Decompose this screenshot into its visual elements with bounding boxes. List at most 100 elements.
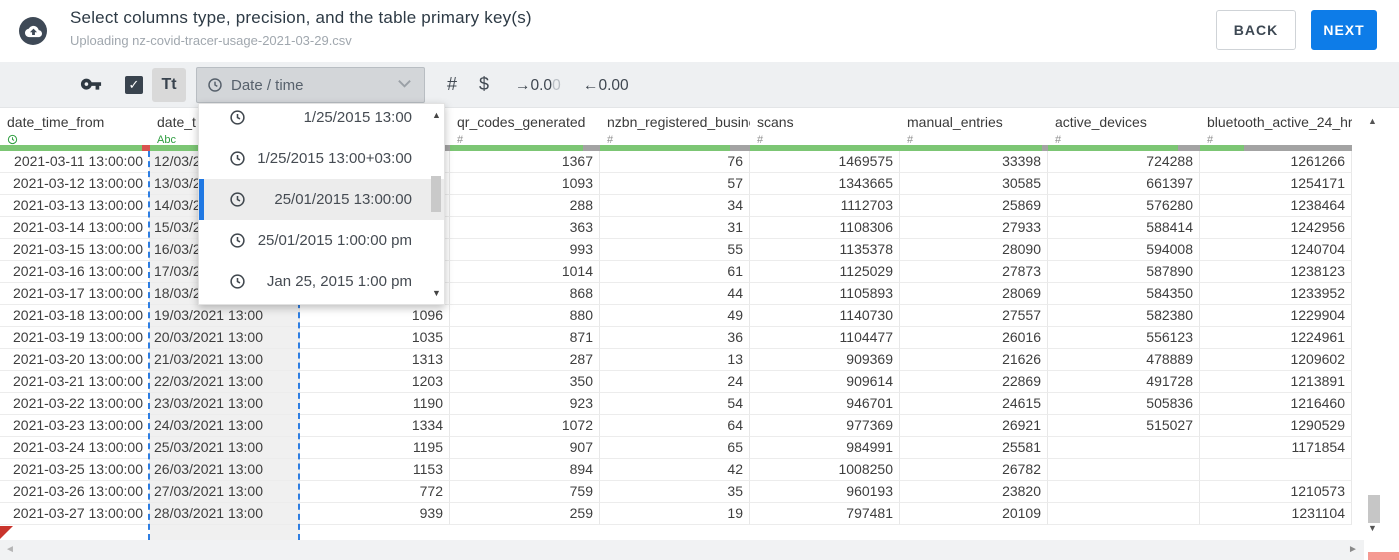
table-cell[interactable]: 27/03/2021 13:00 <box>150 481 300 503</box>
table-cell[interactable]: 1072 <box>450 415 600 437</box>
table-cell[interactable]: 26782 <box>900 459 1048 481</box>
table-cell[interactable]: 31 <box>600 217 750 239</box>
table-cell[interactable]: 54 <box>600 393 750 415</box>
table-cell[interactable]: 287 <box>450 349 600 371</box>
table-cell[interactable]: 946701 <box>750 393 900 415</box>
column-header[interactable]: scans # <box>750 108 900 145</box>
table-cell[interactable]: 993 <box>450 239 600 261</box>
table-cell[interactable]: 25/03/2021 13:00 <box>150 437 300 459</box>
table-cell[interactable]: 28/03/2021 13:00 <box>150 503 300 525</box>
table-cell[interactable]: 2021-03-15 13:00:00 <box>0 239 150 261</box>
table-cell[interactable]: 1203 <box>300 371 450 393</box>
table-cell[interactable]: 27873 <box>900 261 1048 283</box>
dropdown-option[interactable]: 25/01/2015 1:00:00 pm <box>199 220 444 261</box>
table-cell[interactable]: 2021-03-23 13:00:00 <box>0 415 150 437</box>
table-cell[interactable]: 2021-03-16 13:00:00 <box>0 261 150 283</box>
table-cell[interactable]: 19/03/2021 13:00 <box>150 305 300 327</box>
table-cell[interactable]: 2021-03-17 13:00:00 <box>0 283 150 305</box>
table-cell[interactable]: 1290529 <box>1200 415 1352 437</box>
table-cell[interactable] <box>1048 503 1200 525</box>
scroll-up-icon[interactable]: ▲ <box>1368 116 1377 126</box>
table-cell[interactable]: 576280 <box>1048 195 1200 217</box>
table-cell[interactable]: 2021-03-19 13:00:00 <box>0 327 150 349</box>
table-cell[interactable]: 1171854 <box>1200 437 1352 459</box>
table-cell[interactable]: 1238123 <box>1200 261 1352 283</box>
text-type-button[interactable]: Tt <box>152 68 186 102</box>
table-cell[interactable]: 259 <box>450 503 600 525</box>
scroll-down-icon[interactable]: ▼ <box>432 288 441 298</box>
table-cell[interactable]: 2021-03-20 13:00:00 <box>0 349 150 371</box>
table-cell[interactable]: 1216460 <box>1200 393 1352 415</box>
table-cell[interactable]: 2021-03-11 13:00:00 <box>0 151 150 173</box>
table-cell[interactable]: 1334 <box>300 415 450 437</box>
table-cell[interactable]: 24/03/2021 13:00 <box>150 415 300 437</box>
dropdown-option[interactable]: 1/25/2015 13:00 <box>199 104 444 138</box>
table-cell[interactable]: 923 <box>450 393 600 415</box>
table-cell[interactable]: 939 <box>300 503 450 525</box>
table-cell[interactable]: 49 <box>600 305 750 327</box>
table-cell[interactable]: 759 <box>450 481 600 503</box>
table-cell[interactable]: 588414 <box>1048 217 1200 239</box>
table-cell[interactable]: 13 <box>600 349 750 371</box>
table-cell[interactable]: 909369 <box>750 349 900 371</box>
table-cell[interactable]: 25869 <box>900 195 1048 217</box>
currency-type-button[interactable]: $ <box>479 74 489 95</box>
table-cell[interactable]: 1104477 <box>750 327 900 349</box>
table-cell[interactable]: 880 <box>450 305 600 327</box>
table-cell[interactable]: 26016 <box>900 327 1048 349</box>
table-cell[interactable]: 772 <box>300 481 450 503</box>
table-cell[interactable]: 25581 <box>900 437 1048 459</box>
table-cell[interactable]: 1008250 <box>750 459 900 481</box>
table-cell[interactable]: 1195 <box>300 437 450 459</box>
table-cell[interactable]: 21626 <box>900 349 1048 371</box>
table-cell[interactable]: 868 <box>450 283 600 305</box>
table-cell[interactable]: 1153 <box>300 459 450 481</box>
table-cell[interactable]: 23820 <box>900 481 1048 503</box>
table-cell[interactable]: 2021-03-13 13:00:00 <box>0 195 150 217</box>
table-cell[interactable]: 61 <box>600 261 750 283</box>
table-cell[interactable]: 909614 <box>750 371 900 393</box>
table-cell[interactable]: 1125029 <box>750 261 900 283</box>
table-cell[interactable]: 1014 <box>450 261 600 283</box>
table-cell[interactable]: 21/03/2021 13:00 <box>150 349 300 371</box>
table-cell[interactable]: 582380 <box>1048 305 1200 327</box>
dropdown-scrollbar[interactable]: ▲ ▼ <box>429 104 443 304</box>
table-cell[interactable]: 984991 <box>750 437 900 459</box>
table-cell[interactable]: 1469575 <box>750 151 900 173</box>
table-cell[interactable]: 42 <box>600 459 750 481</box>
table-cell[interactable]: 28069 <box>900 283 1048 305</box>
table-cell[interactable]: 2021-03-12 13:00:00 <box>0 173 150 195</box>
table-cell[interactable]: 350 <box>450 371 600 393</box>
table-cell[interactable]: 288 <box>450 195 600 217</box>
table-cell[interactable]: 594008 <box>1048 239 1200 261</box>
column-header[interactable]: active_devices # <box>1048 108 1200 145</box>
table-cell[interactable]: 1367 <box>450 151 600 173</box>
table-cell[interactable]: 30585 <box>900 173 1048 195</box>
table-cell[interactable]: 894 <box>450 459 600 481</box>
decrease-decimal-button[interactable]: ←0.00 <box>583 77 629 95</box>
table-cell[interactable]: 1261266 <box>1200 151 1352 173</box>
table-cell[interactable]: 724288 <box>1048 151 1200 173</box>
table-cell[interactable]: 64 <box>600 415 750 437</box>
dropdown-option[interactable]: 1/25/2015 13:00+03:00 <box>199 138 444 179</box>
scroll-left-icon[interactable]: ◄ <box>5 544 15 555</box>
table-cell[interactable]: 23/03/2021 13:00 <box>150 393 300 415</box>
table-cell[interactable]: 2021-03-18 13:00:00 <box>0 305 150 327</box>
table-cell[interactable]: 1210573 <box>1200 481 1352 503</box>
table-cell[interactable]: 1254171 <box>1200 173 1352 195</box>
table-cell[interactable]: 907 <box>450 437 600 459</box>
column-header[interactable]: qr_codes_generated # <box>450 108 600 145</box>
table-cell[interactable]: 515027 <box>1048 415 1200 437</box>
table-cell[interactable]: 24615 <box>900 393 1048 415</box>
table-cell[interactable]: 55 <box>600 239 750 261</box>
table-cell[interactable]: 22/03/2021 13:00 <box>150 371 300 393</box>
table-cell[interactable]: 1140730 <box>750 305 900 327</box>
horizontal-scrollbar[interactable]: ◄ ► <box>0 540 1364 560</box>
table-cell[interactable] <box>1200 459 1352 481</box>
column-header[interactable]: manual_entries # <box>900 108 1048 145</box>
table-cell[interactable]: 26921 <box>900 415 1048 437</box>
number-type-button[interactable]: # <box>447 74 457 95</box>
primary-key-icon[interactable] <box>80 77 102 98</box>
table-cell[interactable]: 556123 <box>1048 327 1200 349</box>
table-cell[interactable]: 584350 <box>1048 283 1200 305</box>
